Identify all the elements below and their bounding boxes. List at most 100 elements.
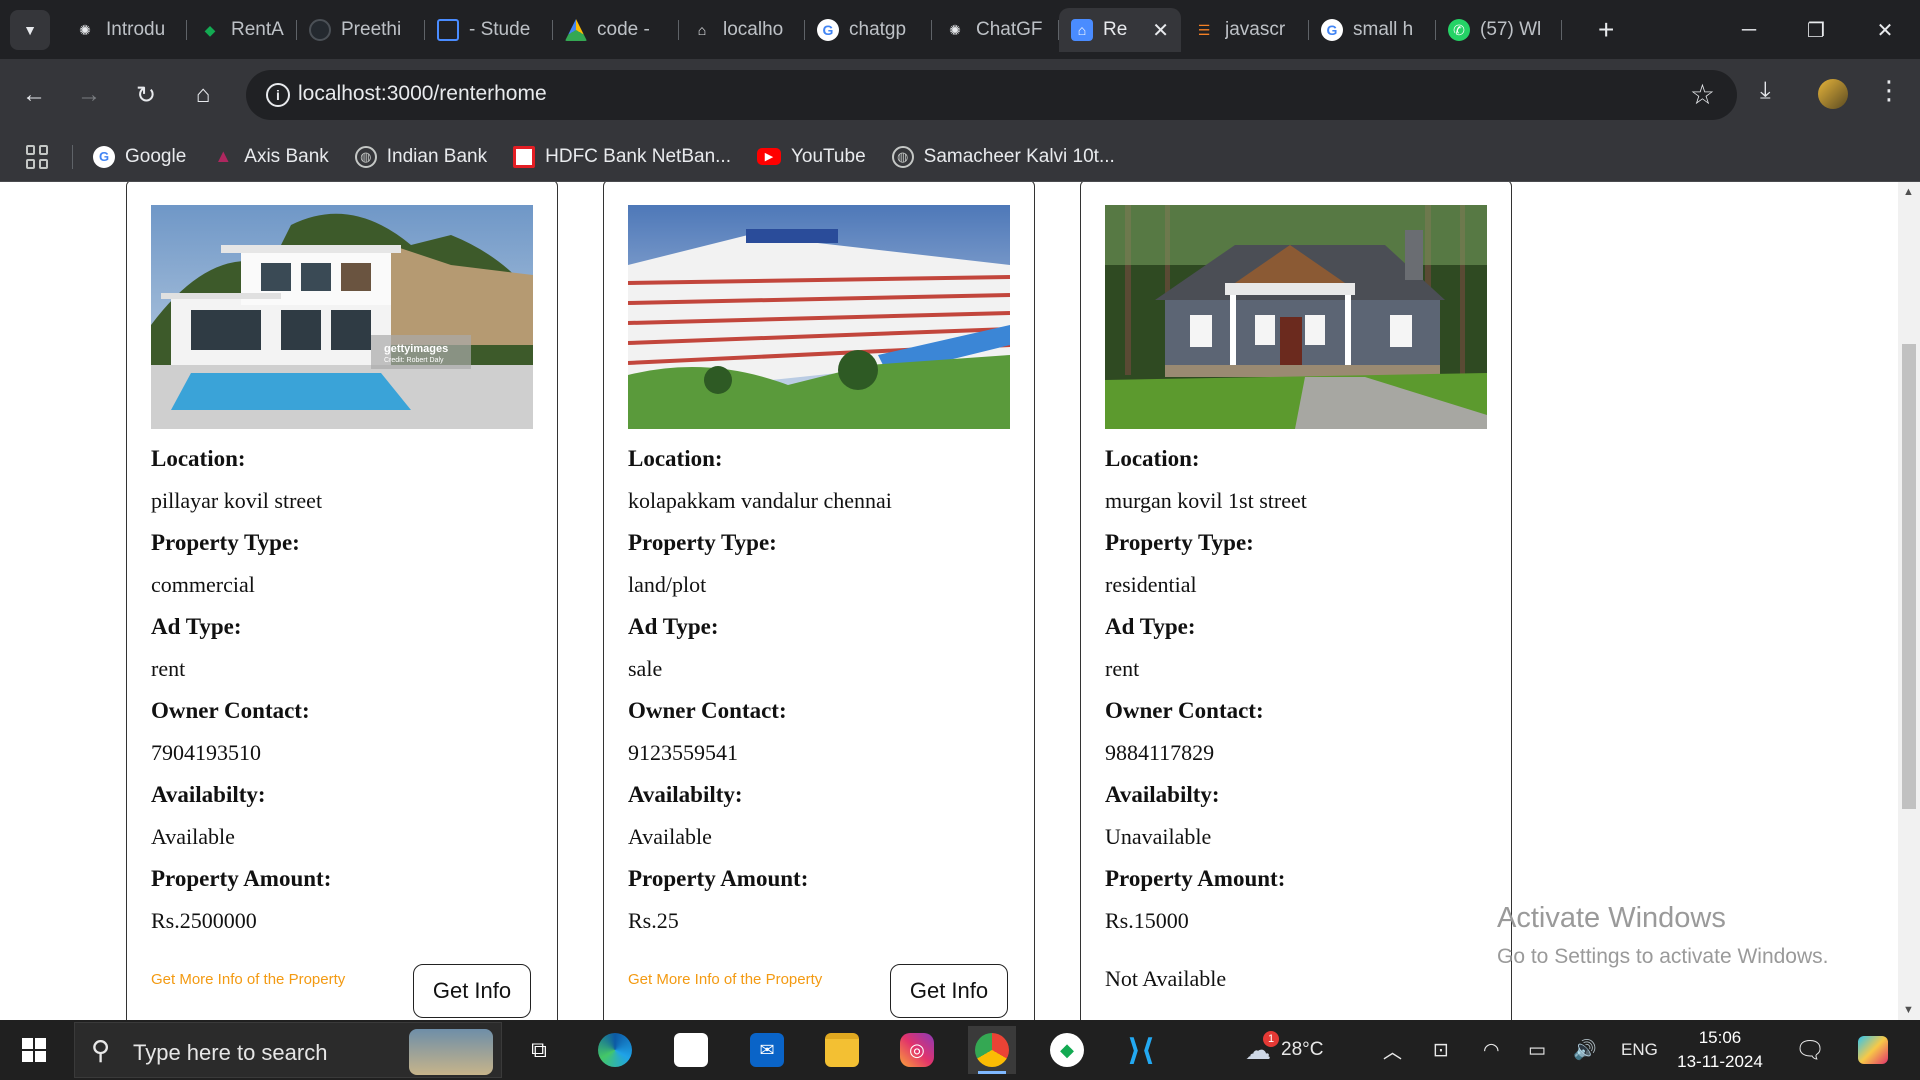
close-tab-icon[interactable]: ✕ xyxy=(1152,18,1169,43)
more-info-link[interactable]: Get More Info of the Property xyxy=(628,971,822,988)
location-value: kolapakkam vandalur chennai xyxy=(628,488,892,513)
meet-now-icon[interactable]: ⊡ xyxy=(1433,1020,1449,1080)
language-indicator[interactable]: ENG xyxy=(1621,1020,1658,1080)
availability-value: Available xyxy=(628,824,712,849)
taskbar-search-box[interactable]: ⚲ Type here to search xyxy=(74,1022,502,1078)
tab-chatgpt[interactable]: ✺ ChatGF xyxy=(932,8,1059,52)
clock-time: 15:06 xyxy=(1698,1028,1742,1047)
globe-icon: ◍ xyxy=(354,145,377,168)
location-value: pillayar kovil street xyxy=(151,488,323,513)
volume-icon[interactable]: 🔊 xyxy=(1573,1020,1597,1080)
windows-start-icon[interactable] xyxy=(22,1038,46,1062)
close-window-icon[interactable]: ✕ xyxy=(1862,10,1908,50)
ad-type-value: rent xyxy=(151,656,186,681)
menu-icon[interactable]: ⋮ xyxy=(1876,75,1902,106)
tab-javascript[interactable]: ☰ javascr xyxy=(1181,8,1309,52)
image-watermark: gettyimages xyxy=(384,343,449,355)
amount-value: Rs.15000 xyxy=(1105,908,1189,933)
search-placeholder: Type here to search xyxy=(133,1040,328,1065)
property-type-value: residential xyxy=(1105,572,1197,597)
property-type-value: commercial xyxy=(151,572,255,597)
owner-contact-label: Owner Contact: xyxy=(151,698,310,723)
property-type-label: Property Type: xyxy=(628,530,777,555)
reload-icon[interactable]: ↻ xyxy=(126,75,166,115)
bookmark-star-icon[interactable]: ☆ xyxy=(1690,78,1715,111)
availability-label: Availabilty: xyxy=(151,782,266,807)
tab-whatsapp[interactable]: ✆ (57) Wl xyxy=(1436,8,1562,52)
property-card: Location: murgan kovil 1st street Proper… xyxy=(1080,182,1512,1020)
amount-value: Rs.25 xyxy=(628,908,679,933)
profile-avatar[interactable] xyxy=(1818,79,1848,109)
copilot-icon[interactable] xyxy=(1858,1020,1888,1080)
file-explorer-icon[interactable] xyxy=(818,1026,866,1074)
bookmark-youtube[interactable]: ▶ YouTube xyxy=(756,146,866,168)
property-type-value: land/plot xyxy=(628,572,707,597)
owner-contact-label: Owner Contact: xyxy=(1105,698,1264,723)
battery-icon[interactable]: ▭ xyxy=(1528,1020,1546,1080)
restore-icon[interactable]: ❐ xyxy=(1793,10,1839,50)
forward-icon[interactable]: → xyxy=(69,75,109,115)
vscode-icon[interactable]: ⟩⟨ xyxy=(1117,1026,1165,1074)
notifications-icon[interactable]: 🗨 xyxy=(1795,1020,1825,1080)
tab-renter-home[interactable]: ⌂ Re ✕ xyxy=(1059,8,1181,52)
show-hidden-icons-icon[interactable]: ︿ xyxy=(1383,1020,1402,1080)
site-info-icon[interactable]: i xyxy=(266,83,290,107)
chrome-icon[interactable] xyxy=(968,1026,1016,1074)
divider xyxy=(72,144,73,169)
tab-localhost[interactable]: ⌂ localho xyxy=(679,8,805,52)
ad-type-value: rent xyxy=(1105,656,1140,681)
cloud-icon: ☁ 1 xyxy=(1245,1030,1279,1066)
tab-small[interactable]: Gsmall h xyxy=(1309,8,1436,52)
task-view-icon[interactable]: ⧉ xyxy=(515,1026,563,1074)
property-type-label: Property Type: xyxy=(1105,530,1254,555)
tab-list: ✺Introdu ◆RentAp Preethi - Stude code - … xyxy=(62,8,1562,52)
page-scrollbar[interactable]: ▲ ▼ xyxy=(1898,182,1920,1020)
mail-icon[interactable]: ✉ xyxy=(743,1026,791,1074)
github-icon xyxy=(309,19,331,41)
location-label: Location: xyxy=(1105,446,1200,471)
owner-contact-label: Owner Contact: xyxy=(628,698,787,723)
apps-grid-icon[interactable] xyxy=(26,144,50,169)
get-info-button[interactable]: Get Info xyxy=(890,964,1008,1018)
tab-chatgpt-search[interactable]: Gchatgp xyxy=(805,8,932,52)
property-type-label: Property Type: xyxy=(151,530,300,555)
ad-type-label: Ad Type: xyxy=(1105,614,1196,639)
tab-rentapp[interactable]: ◆RentAp xyxy=(187,8,297,52)
new-tab-button[interactable]: + xyxy=(1598,12,1614,48)
bookmark-axis-bank[interactable]: ▲ Axis Bank xyxy=(212,146,328,168)
edge-icon[interactable] xyxy=(591,1026,639,1074)
mongodb-compass-icon[interactable]: ◆ xyxy=(1043,1026,1091,1074)
search-highlight-image xyxy=(409,1029,493,1075)
bookmark-samacheer-kalvi[interactable]: ◍ Samacheer Kalvi 10t... xyxy=(891,145,1115,168)
home-icon[interactable]: ⌂ xyxy=(183,75,223,115)
scroll-up-arrow-icon[interactable]: ▲ xyxy=(1903,186,1914,198)
weather-widget[interactable]: ☁ 1 28°C xyxy=(1245,1020,1323,1080)
system-clock[interactable]: 15:06 13-11-2024 xyxy=(1670,1026,1770,1074)
wifi-icon[interactable]: ◠ xyxy=(1483,1020,1500,1080)
home-icon: ⌂ xyxy=(1071,19,1093,41)
minimize-icon[interactable]: ─ xyxy=(1726,10,1772,50)
tab-student[interactable]: - Stude xyxy=(425,8,553,52)
tab-preethi[interactable]: Preethi xyxy=(297,8,425,52)
download-icon[interactable]: ⤓ xyxy=(1760,77,1771,105)
owner-contact-value: 9123559541 xyxy=(628,740,738,765)
scroll-down-arrow-icon[interactable]: ▼ xyxy=(1903,1004,1914,1016)
bookmark-hdfc[interactable]: HDFC Bank NetBan... xyxy=(513,145,731,168)
back-icon[interactable]: ← xyxy=(14,75,54,115)
availability-label: Availabilty: xyxy=(628,782,743,807)
scrollbar-thumb[interactable] xyxy=(1902,344,1916,809)
tab-code[interactable]: code - xyxy=(553,8,679,52)
url-text[interactable]: localhost:3000/renterhome xyxy=(298,82,547,106)
google-icon: G xyxy=(817,19,839,41)
tab-introduction[interactable]: ✺ Introdu xyxy=(62,8,187,52)
amount-label: Property Amount: xyxy=(628,866,809,891)
get-info-button[interactable]: Get Info xyxy=(413,964,531,1018)
instagram-icon[interactable]: ◎ xyxy=(893,1026,941,1074)
microsoft-store-icon[interactable] xyxy=(667,1026,715,1074)
tab-search-button[interactable]: ▼ xyxy=(10,10,50,50)
bookmark-indian-bank[interactable]: ◍ Indian Bank xyxy=(354,145,487,168)
bookmark-google[interactable]: G Google xyxy=(93,145,186,168)
address-bar[interactable]: i localhost:3000/renterhome ☆ xyxy=(246,70,1737,120)
more-info-link[interactable]: Get More Info of the Property xyxy=(151,971,345,988)
owner-contact-value: 9884117829 xyxy=(1105,740,1215,765)
